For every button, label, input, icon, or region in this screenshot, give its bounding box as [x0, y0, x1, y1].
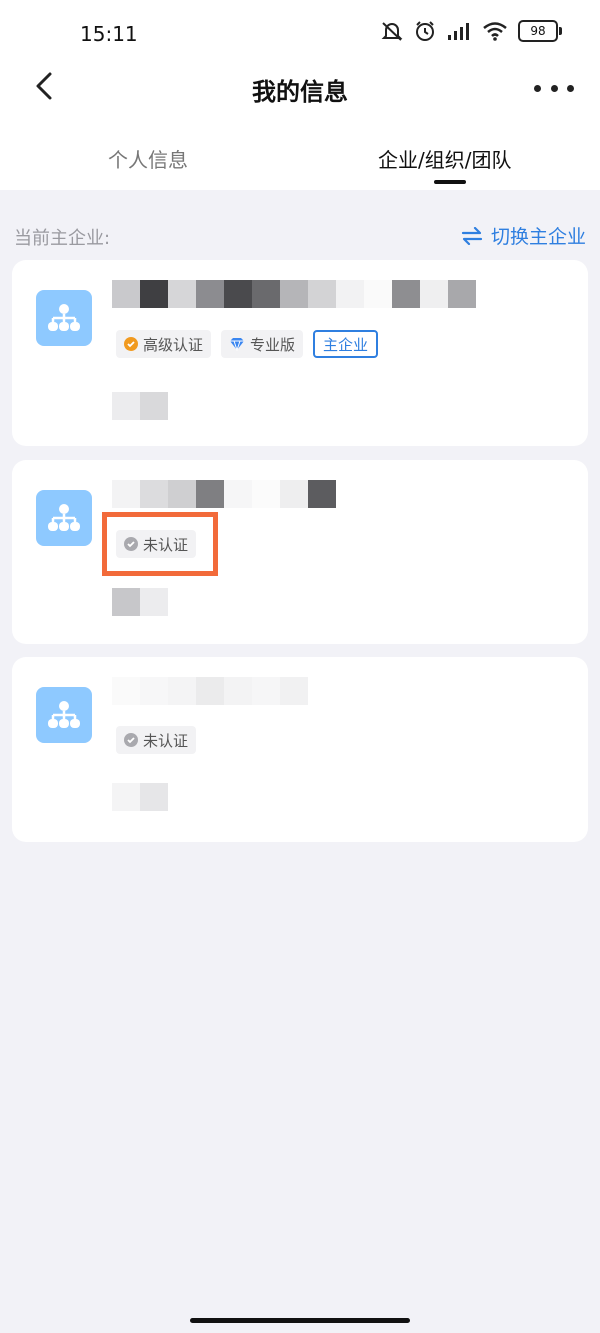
home-indicator	[190, 1318, 410, 1323]
status-time: 15:11	[80, 22, 138, 46]
switch-main-org-button[interactable]: 切换主企业	[461, 222, 586, 249]
org-avatar	[36, 290, 92, 346]
tab-organization[interactable]: 企业/组织/团队	[378, 144, 511, 173]
wifi-icon	[483, 22, 507, 41]
org-tags: 未认证	[116, 726, 197, 754]
switch-arrows-icon	[461, 226, 483, 245]
org-name-redacted	[112, 280, 476, 308]
org-name-redacted	[112, 480, 336, 508]
org-card[interactable]: 未认证	[12, 657, 588, 842]
org-chart-icon	[48, 504, 80, 531]
more-button[interactable]	[534, 76, 574, 100]
alarm-icon	[416, 21, 434, 41]
mute-bell-icon	[381, 22, 403, 41]
battery-icon: 98	[518, 20, 562, 42]
signal-hd-icon	[448, 23, 469, 40]
verified-badge-icon	[124, 337, 138, 351]
highlight-annotation	[102, 512, 218, 576]
tag-pro-edition: 专业版	[221, 330, 304, 358]
org-card[interactable]: 未认证	[12, 460, 588, 644]
org-detail-redacted	[112, 783, 168, 811]
tag-label: 高级认证	[143, 335, 204, 354]
status-icons: 98	[380, 20, 562, 42]
tab-active-indicator	[434, 180, 466, 184]
tag-label: 专业版	[250, 335, 296, 354]
org-chart-icon	[48, 701, 80, 728]
org-avatar	[36, 490, 92, 546]
tab-personal-info[interactable]: 个人信息	[108, 144, 188, 173]
org-card[interactable]: 高级认证 专业版 主企业	[12, 260, 588, 446]
org-detail-redacted	[112, 392, 168, 420]
diamond-icon	[230, 338, 245, 351]
org-tags: 高级认证 专业版 主企业	[116, 330, 379, 358]
org-chart-icon	[48, 304, 80, 331]
org-detail-redacted	[112, 588, 168, 616]
page-title: 我的信息	[252, 78, 348, 106]
more-dot	[567, 84, 574, 92]
more-dot	[534, 84, 541, 92]
switch-main-org-label: 切换主企业	[490, 226, 586, 248]
org-name-redacted	[112, 677, 308, 705]
tag-unverified: 未认证	[116, 726, 197, 754]
more-dot	[550, 84, 558, 92]
tag-label: 主企业	[323, 335, 369, 354]
tag-main-org: 主企业	[313, 330, 379, 358]
tag-advanced-verified: 高级认证	[116, 330, 212, 358]
org-avatar	[36, 687, 92, 743]
tag-label: 未认证	[143, 731, 189, 750]
current-main-org-label: 当前主企业:	[14, 228, 111, 249]
unverified-check-icon	[124, 733, 138, 747]
